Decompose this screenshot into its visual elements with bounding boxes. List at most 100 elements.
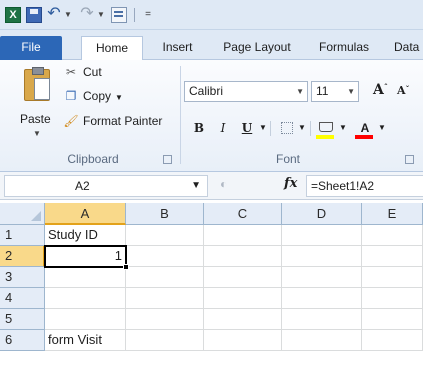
cell-b3[interactable] <box>126 267 204 288</box>
row-header[interactable]: 6 <box>0 330 45 351</box>
borders-icon[interactable] <box>279 117 295 139</box>
copy-icon: ❐ <box>65 89 77 103</box>
cell-b1[interactable] <box>126 225 204 246</box>
borders-dropdown-icon[interactable]: ▼ <box>297 117 307 139</box>
underline-button[interactable]: U <box>238 117 256 139</box>
cell-e2[interactable] <box>362 246 423 267</box>
cell-b5[interactable] <box>126 309 204 330</box>
underline-dropdown-icon[interactable]: ▼ <box>258 117 268 139</box>
cell-c2[interactable] <box>204 246 282 267</box>
cell-a5[interactable] <box>45 309 126 330</box>
cell-e4[interactable] <box>362 288 423 309</box>
cell-a1[interactable]: Study ID <box>45 225 126 246</box>
chevron-down-icon[interactable]: ▼ <box>347 82 355 101</box>
column-header[interactable]: D <box>282 203 362 225</box>
font-color-swatch <box>355 135 373 139</box>
column-header[interactable]: A <box>45 203 126 225</box>
redo-dropdown-icon[interactable]: ▼ <box>97 10 105 19</box>
cell-d5[interactable] <box>282 309 362 330</box>
form-icon[interactable] <box>111 7 127 23</box>
cell-a6[interactable]: form Visit <box>45 330 126 351</box>
column-header[interactable]: C <box>204 203 282 225</box>
cell-d2[interactable] <box>282 246 362 267</box>
formula-bar: A2 ▼ ◐ fx =Sheet1!A2 <box>0 172 423 200</box>
cut-label: Cut <box>83 65 102 79</box>
cell-a2[interactable]: 1 <box>44 245 127 268</box>
quick-access-toolbar: X ↶ ▼ ↷ ▼ = <box>0 0 423 30</box>
fill-color-dropdown-icon[interactable]: ▼ <box>338 117 348 139</box>
undo-dropdown-icon[interactable]: ▼ <box>64 10 72 19</box>
bold-button[interactable]: B <box>190 117 208 139</box>
format-painter-icon: 🖌 <box>63 114 79 128</box>
cell-e5[interactable] <box>362 309 423 330</box>
chevron-down-icon[interactable]: ▼ <box>296 82 304 101</box>
column-header[interactable]: E <box>362 203 423 225</box>
font-separator <box>270 121 271 136</box>
undo-icon[interactable]: ↶ <box>46 6 62 23</box>
cell-d6[interactable] <box>282 330 362 351</box>
paste-button[interactable]: Paste <box>20 112 51 126</box>
cell-c1[interactable] <box>204 225 282 246</box>
font-name-select[interactable]: Calibri ▼ <box>184 81 308 102</box>
select-all-button[interactable] <box>0 203 45 225</box>
grow-font-label: A <box>373 82 384 98</box>
cell-b2[interactable] <box>126 246 204 267</box>
cell-e6[interactable] <box>362 330 423 351</box>
cell-d3[interactable] <box>282 267 362 288</box>
font-color-dropdown-icon[interactable]: ▼ <box>377 117 387 139</box>
cell-a3[interactable] <box>45 267 126 288</box>
tab-insert[interactable]: Insert <box>150 36 205 60</box>
clipboard-launcher-icon[interactable] <box>163 155 172 164</box>
tab-file[interactable]: File <box>0 36 62 60</box>
fill-handle[interactable] <box>123 264 129 270</box>
cell-e1[interactable] <box>362 225 423 246</box>
name-box[interactable]: A2 ▼ <box>4 175 208 197</box>
paste-dropdown-icon[interactable]: ▼ <box>33 129 41 138</box>
tab-formulas[interactable]: Formulas <box>309 36 379 60</box>
shrink-font-icon[interactable]: Aˇ <box>397 84 410 97</box>
format-painter-button[interactable]: 🖌 Format Painter <box>63 111 162 131</box>
cell-c6[interactable] <box>204 330 282 351</box>
cell-e3[interactable] <box>362 267 423 288</box>
font-name-value: Calibri <box>189 84 224 98</box>
cell-b6[interactable] <box>126 330 204 351</box>
font-launcher-icon[interactable] <box>405 155 414 164</box>
ribbon-tabs: File Home Insert Page Layout Formulas Da… <box>0 30 423 61</box>
tab-home[interactable]: Home <box>81 36 143 61</box>
cell-b4[interactable] <box>126 288 204 309</box>
italic-button[interactable]: I <box>214 117 232 139</box>
clipboard-group-label: Clipboard <box>67 152 119 166</box>
redo-icon[interactable]: ↷ <box>79 6 95 23</box>
cut-button[interactable]: ✂ Cut <box>63 62 102 82</box>
formula-bar-divider-icon: ◐ <box>220 177 228 191</box>
grow-font-icon[interactable]: Aˆ <box>373 82 388 98</box>
row-header[interactable]: 3 <box>0 267 45 288</box>
copy-button[interactable]: ❐ Copy ▼ <box>63 86 123 106</box>
row-header[interactable]: 5 <box>0 309 45 330</box>
insert-function-icon[interactable]: fx <box>284 176 297 191</box>
tab-page-layout[interactable]: Page Layout <box>212 36 302 60</box>
fill-color-swatch <box>316 135 334 139</box>
cell-c5[interactable] <box>204 309 282 330</box>
font-size-select[interactable]: 11 ▼ <box>311 81 359 102</box>
row-header[interactable]: 4 <box>0 288 45 309</box>
formula-input[interactable]: =Sheet1!A2 <box>306 175 423 197</box>
row-header[interactable]: 2 <box>0 246 45 267</box>
row-header[interactable]: 1 <box>0 225 45 246</box>
tab-data[interactable]: Data <box>394 36 423 60</box>
cell-a4[interactable] <box>45 288 126 309</box>
copy-dropdown-icon[interactable]: ▼ <box>115 93 123 102</box>
format-painter-label: Format Painter <box>83 114 163 128</box>
cell-c4[interactable] <box>204 288 282 309</box>
chevron-down-icon[interactable]: ▼ <box>191 176 201 196</box>
ribbon: Paste ▼ ✂ Cut ❐ Copy ▼ 🖌 Format Painter Clip… <box>0 60 423 172</box>
cell-c3[interactable] <box>204 267 282 288</box>
cell-d4[interactable] <box>282 288 362 309</box>
customize-qat-icon[interactable]: = <box>140 7 156 23</box>
save-icon[interactable] <box>26 7 42 23</box>
column-header[interactable]: B <box>126 203 204 225</box>
cell-d1[interactable] <box>282 225 362 246</box>
qat-separator <box>134 8 135 22</box>
copy-label: Copy <box>83 89 112 103</box>
paste-icon[interactable] <box>24 67 50 101</box>
